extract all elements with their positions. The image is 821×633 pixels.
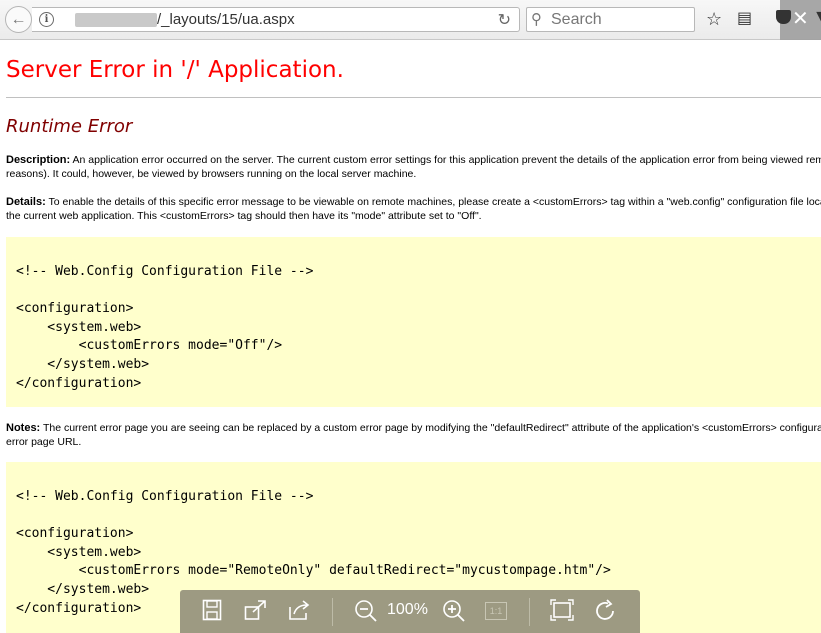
open-external-icon[interactable] <box>244 599 268 627</box>
share-icon[interactable] <box>288 599 312 627</box>
rotate-icon[interactable] <box>594 599 618 629</box>
page-title: Server Error in '/' Application. <box>6 57 344 83</box>
description-label: Description: <box>6 154 71 166</box>
fit-to-screen-icon[interactable] <box>550 599 574 627</box>
notes-text: Notes: The current error page you are se… <box>6 421 821 449</box>
toolbar-separator <box>529 598 530 626</box>
redacted-host <box>75 13 157 27</box>
overflow-icon[interactable]: ▼ <box>813 8 821 26</box>
details-text: Details: To enable the details of this s… <box>6 195 821 223</box>
reload-icon[interactable]: ↻ <box>498 10 511 30</box>
divider <box>6 97 821 98</box>
description-line2: reasons). It could, however, be viewed b… <box>6 168 417 180</box>
actual-size-icon[interactable]: 1:1 <box>485 602 507 620</box>
zoom-out-icon[interactable] <box>354 599 378 629</box>
notes-line2: error page URL. <box>6 436 82 448</box>
search-icon: ⚲ <box>531 11 542 28</box>
zoom-in-icon[interactable] <box>442 599 466 629</box>
details-line1: To enable the details of this specific e… <box>48 196 821 208</box>
back-button[interactable]: ← <box>5 6 32 33</box>
toolbar-separator <box>332 598 333 626</box>
details-label: Details: <box>6 196 46 208</box>
error-subtitle: Runtime Error <box>6 116 133 137</box>
notes-label: Notes: <box>6 422 41 434</box>
description-line1: An application error occurred on the ser… <box>70 154 821 166</box>
info-icon[interactable]: i <box>39 12 54 27</box>
image-viewer-toolbar: 100% 1:1 <box>180 590 640 633</box>
search-input[interactable] <box>551 10 691 29</box>
page-content: Server Error in '/' Application. Runtime… <box>0 41 821 633</box>
description-text: Description: An application error occurr… <box>6 153 821 181</box>
bookmark-star-icon[interactable]: ☆ <box>706 8 722 30</box>
back-arrow-icon: ← <box>10 10 27 28</box>
browser-toolbar: ← i /_layouts/15/ua.aspx ↻ ⚲ ☆ ▤ ✕ ▼ <box>0 0 821 40</box>
save-icon[interactable] <box>202 599 222 627</box>
code-snippet-off: <!-- Web.Config Configuration File --> <… <box>16 264 314 391</box>
close-icon[interactable]: ✕ <box>792 6 809 31</box>
search-box[interactable]: ⚲ <box>526 7 695 32</box>
code-block-off: <!-- Web.Config Configuration File --> <… <box>6 237 821 407</box>
reader-view-icon[interactable]: ▤ <box>737 8 752 30</box>
details-line2: the current web application. This <custo… <box>6 210 482 222</box>
url-path: /_layouts/15/ua.aspx <box>157 11 295 28</box>
address-bar[interactable]: i /_layouts/15/ua.aspx ↻ <box>32 7 520 32</box>
notes-line1: The current error page you are seeing ca… <box>42 422 821 434</box>
pocket-icon[interactable] <box>776 10 791 24</box>
zoom-level: 100% <box>387 601 428 618</box>
